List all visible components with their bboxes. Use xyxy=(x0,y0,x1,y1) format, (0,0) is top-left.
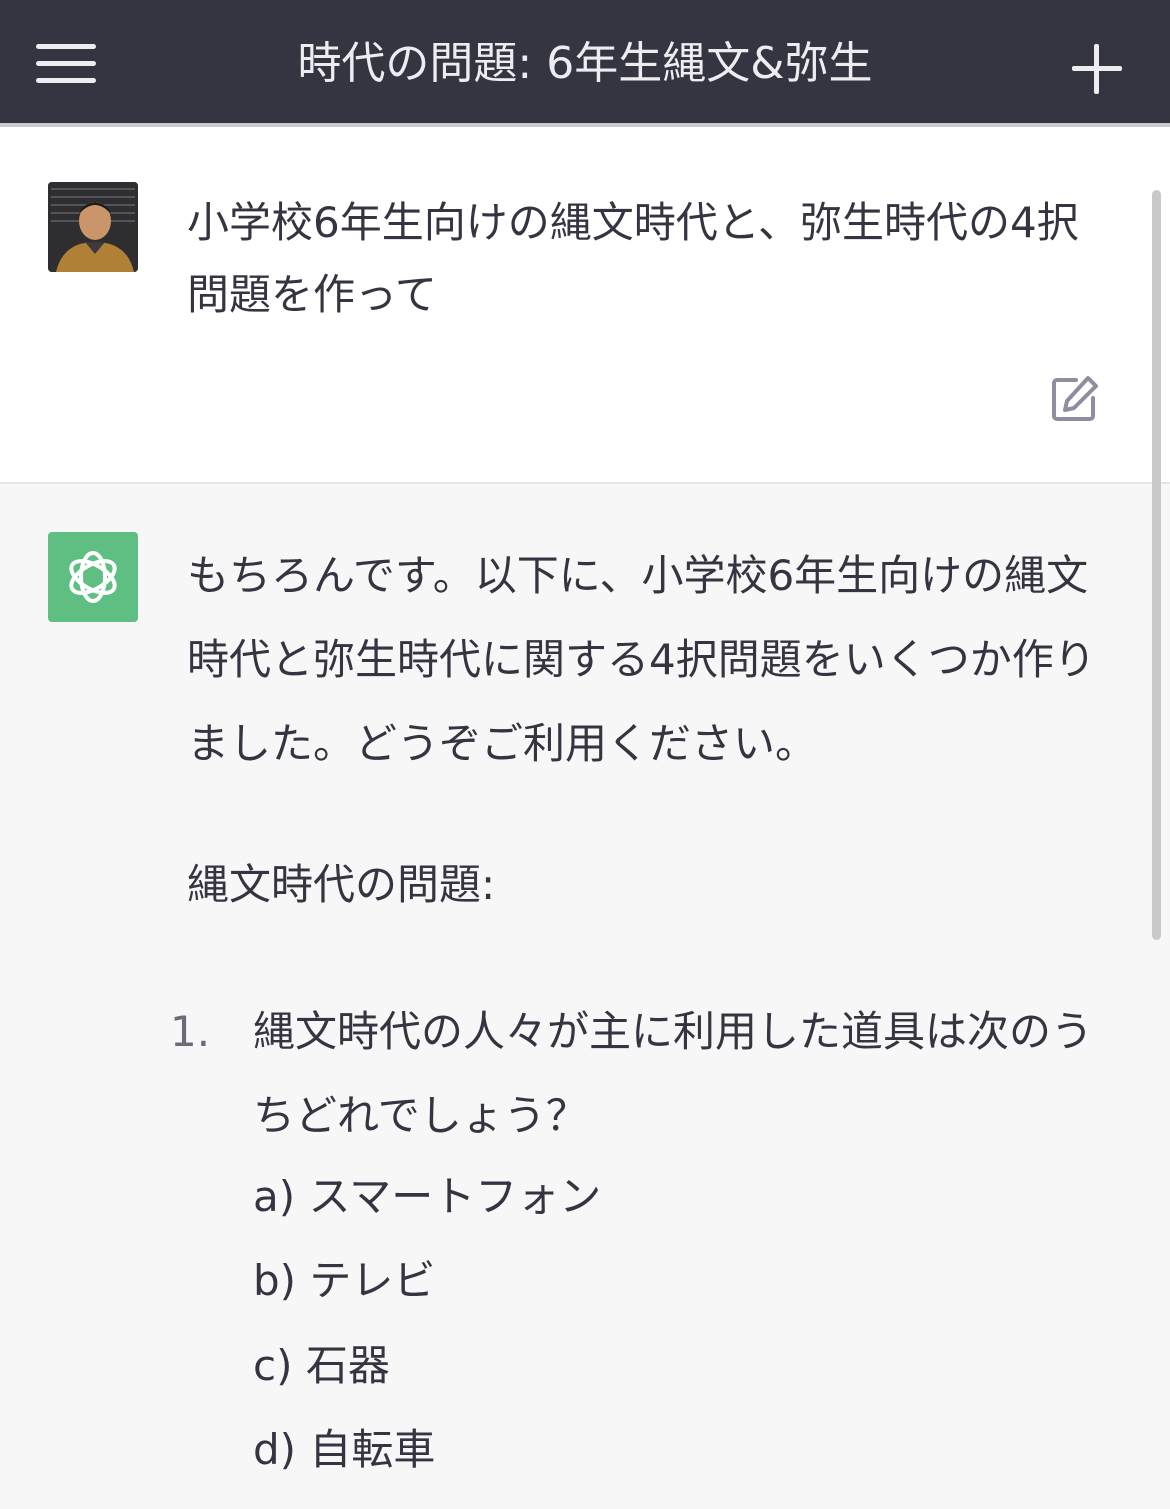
option-d: d) 自転車 xyxy=(253,1425,436,1474)
scrollbar[interactable] xyxy=(1152,190,1161,940)
new-chat-button[interactable] xyxy=(1070,42,1124,96)
question-number: 1. xyxy=(170,1007,211,1056)
user-message: 小学校6年生向けの縄文時代と、弥生時代の4択問題を作って xyxy=(0,127,1170,484)
top-bar: 時代の問題: 6年生縄文&弥生 xyxy=(0,0,1170,127)
question-text: 縄文時代の人々が主に利用した道具は次のうちどれでしょう？ xyxy=(253,1007,1094,1140)
assistant-message: もちろんです。以下に、小学校6年生向けの縄文時代と弥生時代に関する4択問題をいく… xyxy=(0,484,1170,1509)
edit-icon xyxy=(1052,376,1098,421)
hamburger-menu-icon xyxy=(36,44,96,49)
assistant-intro-text: もちろんです。以下に、小学校6年生向けの縄文時代と弥生時代に関する4択問題をいく… xyxy=(187,551,1096,768)
openai-logo-icon xyxy=(69,551,117,603)
option-c: c) 石器 xyxy=(253,1341,390,1390)
chat-title: 時代の問題: 6年生縄文&弥生 xyxy=(297,38,873,89)
section-title: 縄文時代の問題: xyxy=(187,860,496,909)
menu-button[interactable] xyxy=(30,34,102,94)
option-a: a) スマートフォン xyxy=(253,1172,602,1221)
user-avatar xyxy=(48,182,138,272)
option-b: b) テレビ xyxy=(253,1256,436,1305)
assistant-avatar xyxy=(48,532,138,622)
edit-message-button[interactable] xyxy=(1048,372,1102,426)
user-message-text: 小学校6年生向けの縄文時代と、弥生時代の4択問題を作って xyxy=(187,198,1079,319)
